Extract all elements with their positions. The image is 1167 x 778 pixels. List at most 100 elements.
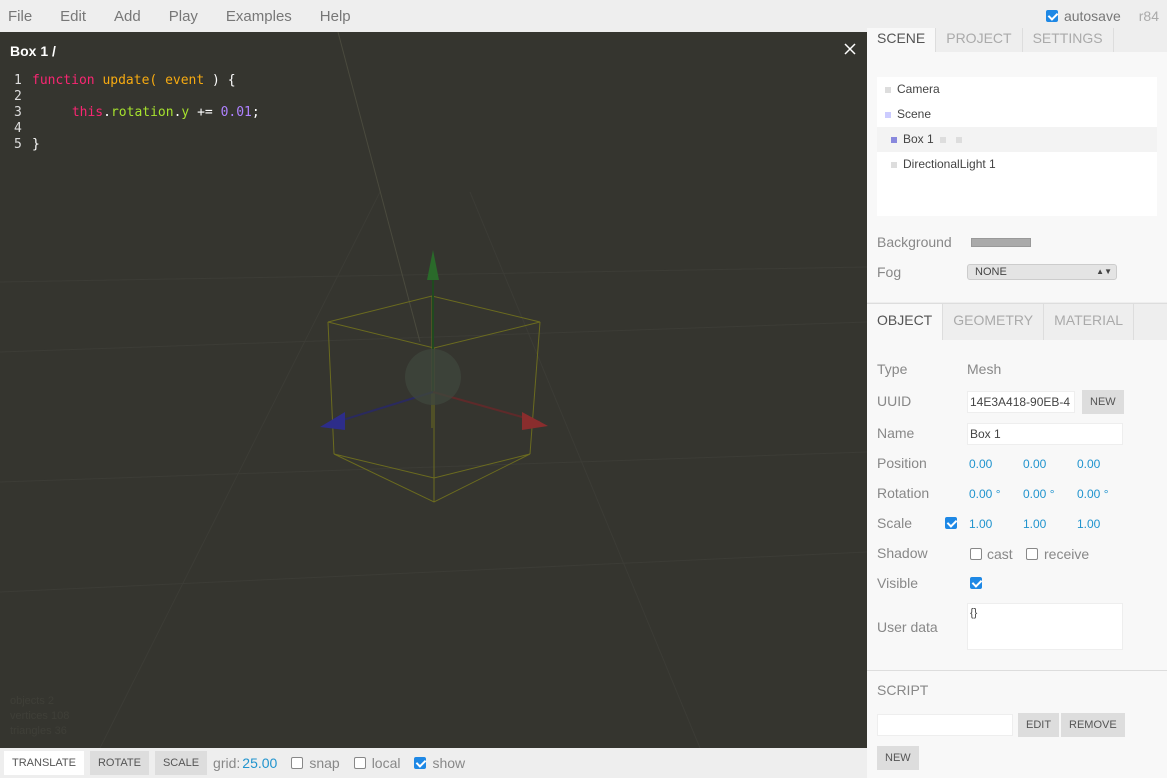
visible-checkbox[interactable]: [970, 577, 982, 589]
object-color-icon: [885, 111, 891, 118]
code-token: event: [165, 73, 205, 88]
autosave-label: autosave: [1063, 8, 1121, 24]
snap-checkbox[interactable]: [291, 757, 304, 769]
menu-add[interactable]: Add: [106, 8, 153, 25]
viewport[interactable]: Box 1 / 1 function update( event ) { 2 3 …: [0, 32, 867, 748]
rotate-button[interactable]: ROTATE: [89, 751, 149, 775]
scale-button[interactable]: SCALE: [154, 751, 208, 775]
code-token: }: [32, 137, 40, 152]
position-x-input[interactable]: 0.00: [969, 457, 992, 471]
scale-y-input[interactable]: 1.00: [1023, 517, 1046, 531]
code-line: 5}: [14, 137, 260, 153]
show-label: show: [432, 755, 466, 771]
info-triangles: triangles 36: [10, 725, 67, 737]
close-icon[interactable]: [843, 42, 857, 56]
outliner-item-directionallight[interactable]: DirectionalLight 1: [877, 152, 1157, 177]
transform-toolbar: TRANSLATE ROTATE SCALE grid: 25.00 snap …: [0, 748, 867, 778]
object-tabs: OBJECT GEOMETRY MATERIAL: [867, 304, 1167, 340]
cast-shadow-checkbox[interactable]: [970, 548, 982, 560]
code-line: 3 this.rotation.y += 0.01;: [14, 105, 260, 121]
object-color-icon: [891, 161, 897, 168]
local-checkbox[interactable]: [353, 757, 366, 769]
info-objects: objects 2: [10, 695, 55, 707]
fog-label: Fog: [877, 264, 902, 280]
code-token: ;: [251, 105, 260, 120]
local-label: local: [371, 755, 401, 771]
menu-play[interactable]: Play: [161, 8, 210, 25]
tab-object[interactable]: OBJECT: [867, 304, 944, 340]
code-token: .: [103, 105, 111, 120]
position-label: Position: [877, 455, 927, 471]
background-color-picker[interactable]: [971, 238, 1031, 247]
material-icon: [955, 136, 962, 143]
outliner[interactable]: Camera Scene Box 1 DirectionalLight 1: [877, 77, 1157, 216]
type-value: Mesh: [967, 361, 1002, 377]
script-name-input[interactable]: [877, 714, 1013, 736]
menu-examples[interactable]: Examples: [218, 8, 304, 25]
scene-tabs: SCENE PROJECT SETTINGS: [867, 28, 1167, 52]
new-uuid-button[interactable]: NEW: [1082, 390, 1124, 414]
scale-x-input[interactable]: 1.00: [969, 517, 992, 531]
info-vertices: vertices 108: [10, 710, 70, 722]
name-label: Name: [877, 425, 915, 441]
position-z-input[interactable]: 0.00: [1077, 457, 1100, 471]
position-y-input[interactable]: 0.00: [1023, 457, 1046, 471]
code-editor[interactable]: 1 function update( event ) { 2 3 this.rot…: [14, 73, 260, 153]
line-number: 4: [14, 121, 22, 136]
outliner-item-scene[interactable]: Scene: [877, 102, 1157, 127]
tab-settings[interactable]: SETTINGS: [1023, 28, 1114, 52]
scale-z-input[interactable]: 1.00: [1077, 517, 1100, 531]
line-number: 2: [14, 89, 22, 104]
code-line: 1 function update( event ) {: [14, 73, 260, 89]
translate-button[interactable]: TRANSLATE: [4, 751, 84, 775]
select-arrows-icon: ▲▼: [1096, 267, 1112, 276]
autosave: autosave r84: [1045, 8, 1159, 24]
uuid-field[interactable]: 14E3A418-90EB-4: [967, 391, 1075, 413]
new-script-button[interactable]: NEW: [877, 746, 919, 770]
code-token: ) {: [212, 73, 236, 88]
type-label: Type: [877, 361, 908, 377]
outliner-item-box[interactable]: Box 1: [877, 127, 1157, 152]
tab-project[interactable]: PROJECT: [936, 28, 1023, 52]
rotation-label: Rotation: [877, 485, 930, 501]
background-label: Background: [877, 234, 952, 250]
receive-shadow-checkbox[interactable]: [1026, 548, 1038, 560]
menu-file[interactable]: File: [0, 8, 44, 25]
tab-geometry[interactable]: GEOMETRY: [943, 304, 1045, 340]
viewport-info: objects 2 vertices 108 triangles 36: [10, 694, 69, 739]
autosave-checkbox[interactable]: [1045, 10, 1058, 22]
outliner-item-label: Scene: [897, 107, 932, 121]
fog-select[interactable]: NONE ▲▼: [967, 264, 1117, 280]
shadow-label: Shadow: [877, 545, 928, 561]
outliner-item-camera[interactable]: Camera: [877, 77, 1157, 102]
rotation-x-input[interactable]: 0.00 °: [969, 487, 1001, 501]
code-token: update(: [102, 73, 158, 88]
code-token: +=: [197, 105, 213, 120]
outliner-item-label: DirectionalLight 1: [903, 157, 996, 171]
menu-help[interactable]: Help: [312, 8, 363, 25]
menubar: File Edit Add Play Examples Help: [0, 0, 867, 32]
tab-scene[interactable]: SCENE: [867, 28, 937, 52]
object-color-icon: [885, 86, 891, 93]
code-line: 2: [14, 89, 260, 105]
line-number: 3: [14, 105, 22, 120]
name-field[interactable]: Box 1: [967, 423, 1123, 445]
show-checkbox[interactable]: [414, 757, 427, 769]
menu-edit[interactable]: Edit: [52, 8, 98, 25]
tab-material[interactable]: MATERIAL: [1044, 304, 1135, 340]
sidebar: autosave r84 SCENE PROJECT SETTINGS Came…: [867, 0, 1167, 778]
grid-input[interactable]: 25.00: [242, 755, 277, 771]
remove-script-button[interactable]: REMOVE: [1061, 713, 1125, 737]
userdata-textarea[interactable]: {}: [967, 603, 1123, 650]
receive-label: receive: [1044, 546, 1090, 562]
code-token: y: [181, 105, 190, 120]
rotation-y-input[interactable]: 0.00 °: [1023, 487, 1055, 501]
revision-label: r84: [1138, 8, 1159, 24]
scale-lock-checkbox[interactable]: [945, 517, 957, 529]
object-color-icon: [891, 136, 897, 143]
rotation-z-input[interactable]: 0.00 °: [1077, 487, 1109, 501]
geometry-icon: [939, 136, 946, 143]
edit-script-button[interactable]: EDIT: [1018, 713, 1060, 737]
light-helper-line: [337, 32, 421, 343]
fog-select-value: NONE: [975, 266, 1007, 278]
